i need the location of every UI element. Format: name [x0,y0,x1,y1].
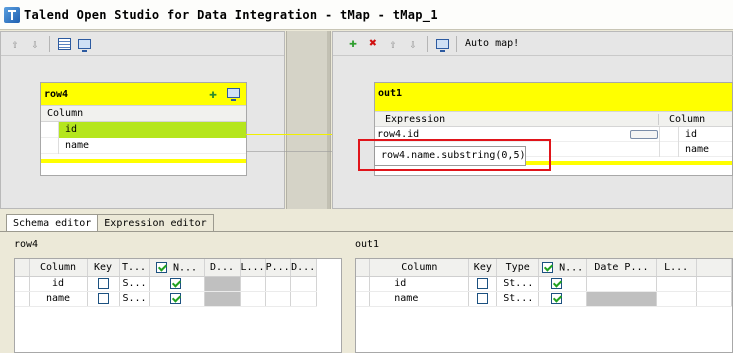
key-checkbox[interactable] [477,277,489,289]
arrow-down-icon[interactable]: ⇩ [27,36,43,52]
input-table-name: row4 [44,88,69,100]
expression-builder-button[interactable] [629,129,659,139]
table-row[interactable]: name [41,137,246,154]
add-icon[interactable]: ✚ [345,36,361,52]
arrow-up-icon[interactable]: ⇧ [385,36,401,52]
link-area-divider [286,31,331,209]
table-row[interactable]: id S... [15,276,317,292]
key-checkbox[interactable] [97,277,109,289]
input-column-id[interactable]: id [59,121,246,138]
key-checkbox[interactable] [97,292,109,304]
toolbar-separator [49,35,50,52]
nullable-checkbox[interactable] [551,292,563,304]
window-titlebar: Talend Open Studio for Data Integration … [0,0,733,30]
table-row[interactable]: name S... [15,291,317,307]
arrow-up-icon[interactable]: ⇧ [7,36,23,52]
expression-cell[interactable]: row4.id [375,129,629,140]
nullable-header-checkbox[interactable] [542,261,554,273]
table-row[interactable]: id [41,121,246,138]
schema-left-header-row: Column Key T... N... D... L... P... D... [15,259,317,277]
window-title: Talend Open Studio for Data Integration … [24,8,438,22]
output-table-name: out1 [378,87,403,99]
input-toolbar: ⇧ ⇩ [1,32,284,56]
highlight-rectangle [358,139,551,171]
output-column-id[interactable]: id [679,129,697,140]
vertical-rail [327,31,330,209]
screen-icon[interactable] [434,36,450,52]
table-row[interactable]: id St... [356,276,733,292]
delete-icon[interactable]: ✖ [365,36,381,52]
output-toolbar: ✚ ✖ ⇧ ⇩ Auto map! [333,32,733,56]
nullable-checkbox[interactable] [169,277,181,289]
output-table-header: out1 [375,83,732,105]
schema-right-header-row: Column Key Type N... Date P... L... [356,259,733,277]
input-table-row4: row4 ✚ Column id name [40,82,247,176]
input-table-header: row4 ✚ [41,83,246,105]
arrow-down-icon[interactable]: ⇩ [405,36,421,52]
column-header: Column [669,113,706,125]
screen-icon[interactable] [227,87,240,101]
expression-header: Expression [375,113,659,125]
nullable-checkbox[interactable] [551,277,563,289]
key-checkbox[interactable] [477,292,489,304]
tab-schema-editor[interactable]: Schema editor [6,214,99,232]
table-icon[interactable] [56,36,72,52]
output-column-name[interactable]: name [679,144,709,155]
talend-logo-icon [4,7,20,23]
add-input-icon[interactable]: ✚ [209,87,217,102]
nullable-checkbox[interactable] [169,292,181,304]
nullable-header-checkbox[interactable] [155,261,167,273]
schema-editor-panel: row4 out1 Column Key T... N... D... L...… [0,231,733,353]
screen-icon[interactable] [76,36,92,52]
input-column-name[interactable]: name [59,140,246,151]
toolbar-separator [427,35,428,52]
schema-right-title: out1 [355,239,380,250]
toolbar-separator [456,35,457,52]
table-row[interactable]: name St... [356,291,733,307]
editor-tabs: Schema editor Expression editor [6,214,214,232]
input-table-footer [41,159,246,163]
schema-right-grid: Column Key Type N... Date P... L... id S… [355,258,733,353]
output-column-header: Expression Column [375,111,732,127]
input-column-header: Column [41,105,246,122]
schema-left-title: row4 [14,239,39,250]
tab-expression-editor[interactable]: Expression editor [97,214,214,232]
auto-map-button[interactable]: Auto map! [465,38,519,49]
schema-left-grid: Column Key T... N... D... L... P... D...… [14,258,342,353]
